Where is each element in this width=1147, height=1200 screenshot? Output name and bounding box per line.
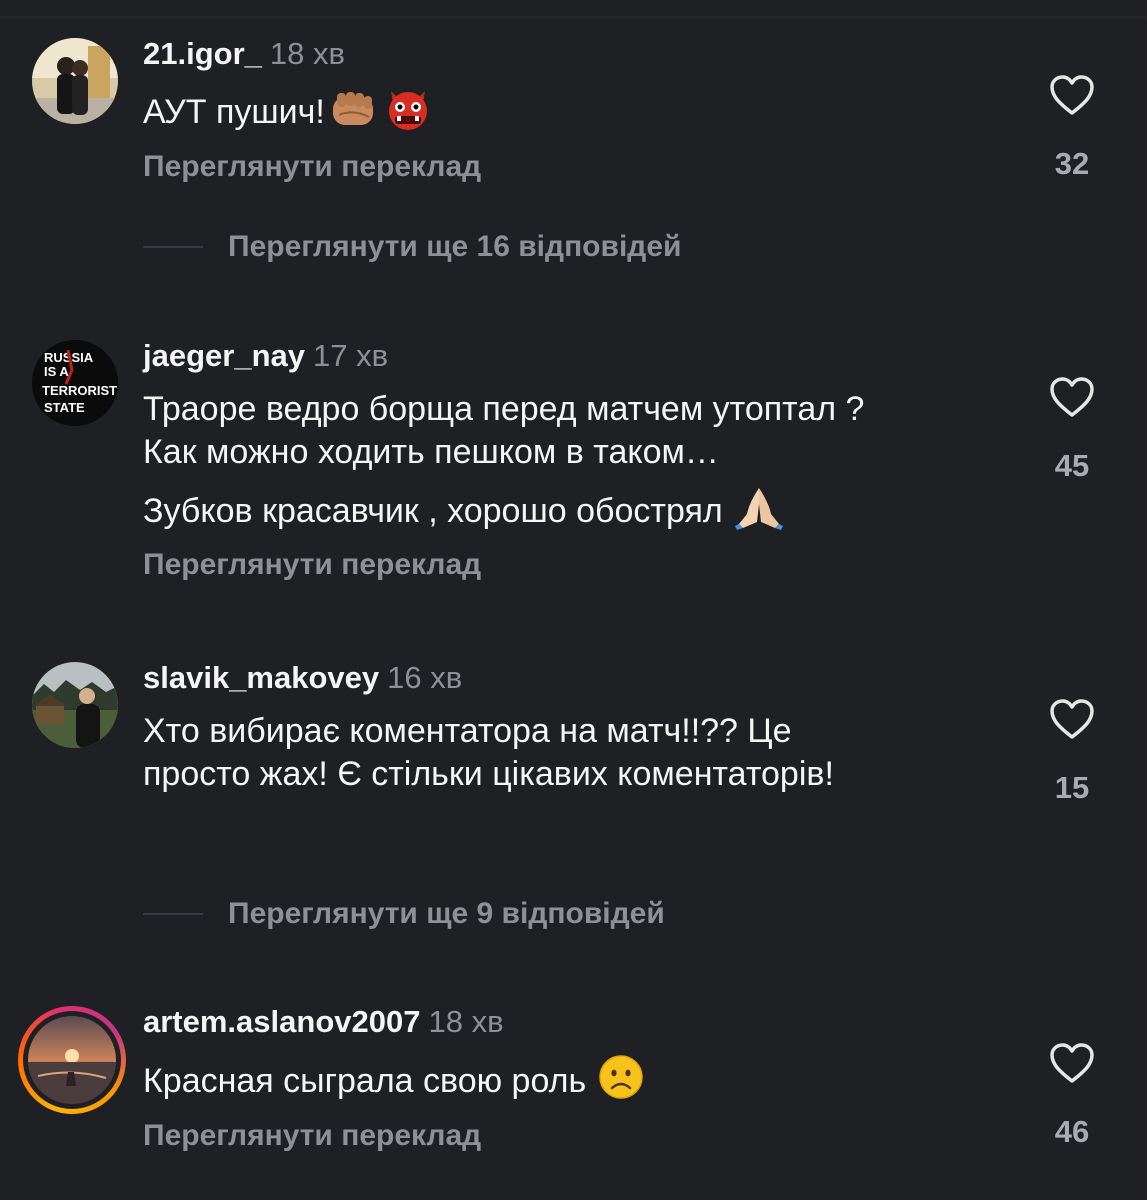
comment-header: jaeger_nay 17 хв — [143, 338, 388, 374]
story-ring[interactable] — [18, 1006, 126, 1114]
comment-line: просто жах! Є стільки цікавих коментатор… — [143, 755, 834, 793]
avatar-text: STATE — [44, 400, 85, 415]
avatar-text: IS A — [44, 364, 69, 379]
heart-outline-icon — [1050, 1043, 1094, 1083]
avatar[interactable] — [32, 662, 118, 748]
top-divider — [0, 16, 1147, 18]
ogre-emoji — [383, 85, 433, 142]
see-translation-link[interactable]: Переглянути переклад — [143, 150, 481, 184]
comment-line: АУТ пушич! — [143, 93, 325, 131]
comment-line: Траоре ведро борща перед матчем утоптал … — [143, 390, 865, 428]
like-count: 45 — [1054, 448, 1090, 483]
username[interactable]: slavik_makovey — [143, 660, 379, 695]
like-button[interactable]: 46 — [1046, 1042, 1098, 1150]
comment-text: АУТ пушич! — [143, 85, 1023, 142]
frowning-face-emoji — [598, 1054, 644, 1111]
comment-line: Зубков красавчик , хорошо обострял — [143, 492, 723, 530]
comment-time: 17 хв — [313, 338, 389, 373]
like-count: 46 — [1054, 1114, 1090, 1149]
comment-time: 18 хв — [428, 1004, 504, 1039]
heart-outline-icon — [1050, 699, 1094, 739]
praying-hands-emoji — [733, 484, 785, 541]
avatar[interactable] — [32, 38, 118, 124]
comment-header: slavik_makovey 16 хв — [143, 660, 462, 696]
view-replies-button[interactable]: Переглянути ще 16 відповідей — [143, 230, 681, 264]
comment-header: artem.aslanov2007 18 хв — [143, 1004, 504, 1040]
view-replies-button[interactable]: Переглянути ще 9 відповідей — [143, 897, 665, 931]
like-button[interactable]: 15 — [1046, 698, 1098, 806]
heart-outline-icon — [1050, 377, 1094, 417]
username[interactable]: jaeger_nay — [143, 338, 305, 373]
view-replies-label: Переглянути ще 16 відповідей — [228, 230, 682, 263]
comment-line: Хто вибирає коментатора на матч!!?? Це — [143, 712, 792, 750]
username[interactable]: 21.igor_ — [143, 36, 262, 71]
like-button[interactable]: 32 — [1046, 74, 1098, 182]
view-replies-label: Переглянути ще 9 відповідей — [228, 897, 665, 930]
avatar-photo — [28, 1016, 116, 1104]
avatar[interactable]: RUSSIA IS A TERRORIST STATE — [32, 340, 118, 426]
comment-line: Как можно ходить пешком в таком… — [143, 433, 719, 471]
comment-line: Красная сыграла свою роль — [143, 1062, 587, 1100]
avatar-text: TERRORIST — [42, 383, 117, 398]
comment-time: 18 хв — [269, 36, 345, 71]
comment-text: Траоре ведро борща перед матчем утоптал … — [143, 388, 1023, 541]
avatar — [28, 1016, 116, 1104]
comment-text: Хто вибирає коментатора на матч!!?? Це п… — [143, 710, 1023, 796]
comment-time: 16 хв — [387, 660, 463, 695]
avatar-photo: RUSSIA IS A TERRORIST STATE — [32, 340, 118, 426]
avatar-photo — [32, 662, 118, 748]
comment-header: 21.igor_ 18 хв — [143, 36, 345, 72]
like-button[interactable]: 45 — [1046, 376, 1098, 484]
comment-text: Красная сыграла свою роль — [143, 1054, 1023, 1111]
username[interactable]: artem.aslanov2007 — [143, 1004, 420, 1039]
like-count: 32 — [1054, 146, 1090, 181]
see-translation-link[interactable]: Переглянути переклад — [143, 548, 481, 582]
replies-divider — [143, 246, 203, 248]
avatar-photo — [32, 38, 118, 124]
heart-outline-icon — [1050, 75, 1094, 115]
see-translation-link[interactable]: Переглянути переклад — [143, 1119, 481, 1153]
like-count: 15 — [1054, 770, 1090, 805]
replies-divider — [143, 913, 203, 915]
fist-emoji — [329, 87, 379, 142]
